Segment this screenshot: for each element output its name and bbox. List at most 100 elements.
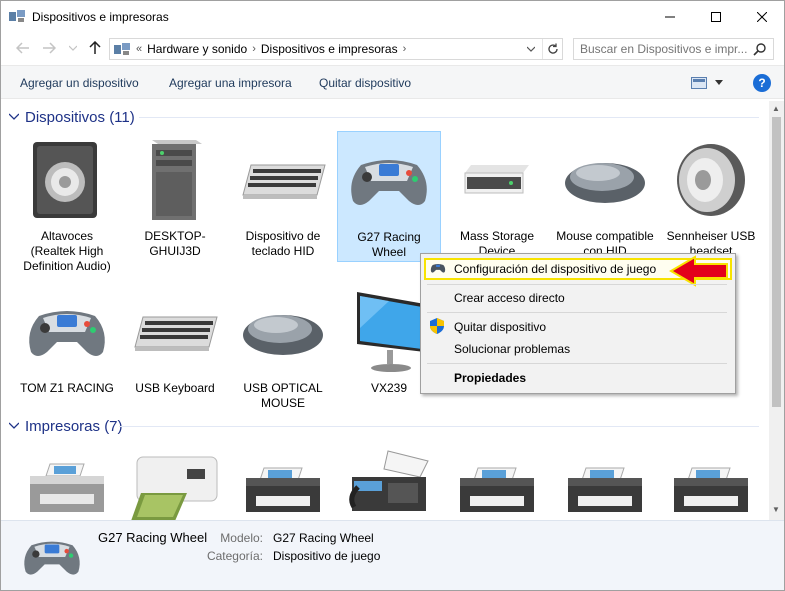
device-item[interactable]: Mouse compatible con HID (553, 131, 657, 259)
device-item[interactable]: USB OPTICAL MOUSE (231, 283, 335, 411)
close-button[interactable] (739, 1, 785, 32)
menu-separator (427, 312, 727, 313)
menu-item-troubleshoot[interactable]: Solucionar problemas (454, 342, 570, 356)
group-title-devices: Dispositivos (11) (25, 108, 135, 126)
vertical-scrollbar[interactable]: ▲ ▼ (769, 101, 784, 520)
printer-item[interactable] (659, 445, 763, 520)
details-pane: G27 Racing Wheel Modelo: G27 Racing Whee… (1, 520, 784, 590)
device-item[interactable]: Altavoces (Realtek High Definition Audio… (15, 131, 119, 274)
scrollbar-thumb[interactable] (772, 117, 781, 407)
close-icon (757, 11, 767, 22)
printer-item[interactable] (123, 445, 227, 520)
gamepad-icon (29, 311, 105, 356)
menu-item-create-shortcut[interactable]: Crear acceso directo (454, 291, 565, 305)
printer-item[interactable] (445, 445, 549, 520)
search-icon[interactable] (753, 42, 767, 56)
remove-device-button[interactable]: Quitar dispositivo (319, 76, 411, 90)
arrow-right-icon (43, 42, 56, 54)
breadcrumb-overflow[interactable]: « (131, 43, 147, 55)
search-input[interactable] (580, 42, 755, 56)
photo-printer-icon (131, 456, 218, 520)
printer-item[interactable] (15, 445, 119, 520)
menu-separator (427, 363, 727, 364)
group-header-devices[interactable]: Dispositivos (11) (9, 107, 759, 127)
printer-icon (674, 467, 748, 512)
device-item[interactable]: Dispositivo de teclado HID (231, 131, 335, 259)
mouse-icon (565, 163, 645, 203)
change-view-button[interactable] (691, 76, 731, 90)
recent-locations-button[interactable] (63, 39, 83, 57)
up-button[interactable] (85, 39, 105, 57)
arrow-up-icon (89, 41, 101, 54)
shield-icon (430, 318, 444, 334)
details-device-name: G27 Racing Wheel (98, 530, 208, 545)
device-item[interactable]: Sennheiser USB headset (659, 131, 763, 259)
mouse-icon (243, 315, 323, 355)
device-label: Dispositivo de teclado HID (245, 229, 321, 258)
add-device-button[interactable]: Agregar un dispositivo (20, 76, 139, 90)
device-item-selected[interactable]: G27 Racing Wheel (337, 131, 441, 262)
device-label: USB OPTICAL MOUSE (243, 381, 323, 410)
scroll-up-icon[interactable]: ▲ (772, 104, 780, 113)
speaker-icon (677, 144, 745, 216)
red-arrow-icon (669, 255, 728, 287)
printer-icon (30, 463, 104, 512)
keyboard-icon (242, 164, 326, 199)
details-model-label: Modelo: (220, 531, 263, 545)
view-icon (691, 77, 707, 89)
breadcrumb-separator-icon[interactable]: › (247, 43, 261, 55)
device-item[interactable]: DESKTOP-GHUIJ3D (123, 131, 227, 259)
breadcrumb-hardware-sound[interactable]: Hardware y sonido (147, 42, 247, 56)
window-title: Dispositivos e impresoras (32, 10, 169, 24)
help-button[interactable]: ? (753, 74, 771, 92)
chevron-down-icon (715, 80, 723, 85)
printer-item[interactable] (553, 445, 657, 520)
details-model-value: G27 Racing Wheel (273, 531, 374, 545)
printer-item[interactable] (231, 445, 335, 520)
device-label: USB Keyboard (135, 381, 215, 395)
refresh-button[interactable] (542, 39, 562, 59)
gamepad-icon (24, 541, 80, 575)
navigation-bar: « Hardware y sonido › Dispositivos e imp… (1, 33, 784, 63)
address-history-button[interactable] (521, 39, 541, 59)
details-category-value: Dispositivo de juego (273, 549, 381, 563)
search-box[interactable] (573, 38, 774, 60)
fax-icon (349, 450, 429, 511)
device-label: Altavoces (Realtek High Definition Audio… (23, 229, 111, 273)
menu-separator (427, 284, 727, 285)
minimize-icon (665, 16, 675, 17)
command-bar: Agregar un dispositivo Agregar una impre… (1, 65, 784, 99)
back-button[interactable] (13, 39, 33, 57)
details-category-label: Categoría: (206, 549, 263, 563)
computer-tower-icon (152, 140, 202, 220)
title-bar: Dispositivos e impresoras (1, 1, 784, 32)
printer-icon (568, 467, 642, 512)
device-item[interactable]: Mass Storage Device (445, 131, 549, 259)
help-icon: ? (758, 76, 766, 90)
context-menu: Configuración del dispositivo de juego C… (420, 253, 736, 394)
group-divider (139, 117, 759, 118)
chevron-down-icon (9, 113, 19, 120)
group-header-printers[interactable]: Impresoras (7) (9, 416, 759, 436)
menu-item-remove-device[interactable]: Quitar dispositivo (454, 320, 546, 334)
arrow-left-icon (16, 42, 29, 54)
devices-printers-app-icon (9, 10, 25, 22)
scroll-down-icon[interactable]: ▼ (772, 505, 780, 514)
printer-item[interactable] (337, 445, 441, 520)
address-bar[interactable]: « Hardware y sonido › Dispositivos e imp… (109, 38, 563, 60)
menu-item-properties[interactable]: Propiedades (454, 371, 526, 385)
add-printer-button[interactable]: Agregar una impresora (169, 76, 292, 90)
speaker-icon (33, 142, 97, 218)
maximize-button[interactable] (693, 1, 739, 32)
gamepad-icon (430, 264, 446, 273)
printer-icon (460, 467, 534, 512)
minimize-button[interactable] (647, 1, 693, 32)
device-item[interactable]: USB Keyboard (123, 283, 227, 396)
menu-item-game-config[interactable]: Configuración del dispositivo de juego (454, 262, 656, 276)
breadcrumb-devices-printers[interactable]: Dispositivos e impresoras (261, 42, 398, 56)
breadcrumb-separator-icon[interactable]: › (398, 43, 412, 55)
keyboard-icon (134, 316, 218, 351)
device-item[interactable]: TOM Z1 RACING (15, 283, 119, 396)
forward-button[interactable] (39, 39, 59, 57)
chevron-down-icon (9, 422, 19, 429)
